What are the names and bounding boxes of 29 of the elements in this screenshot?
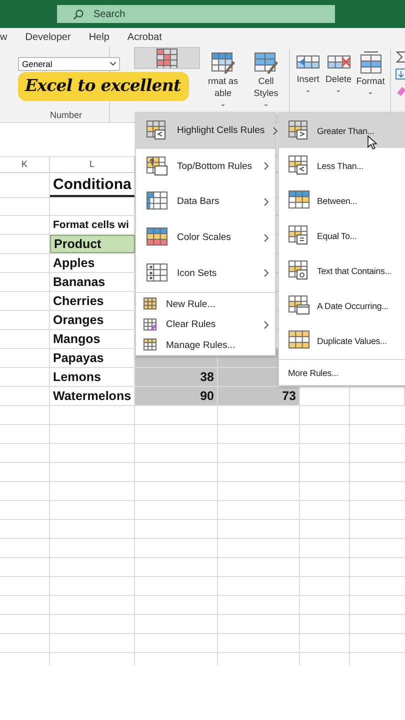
number-format-dropdown[interactable]: General [18, 57, 120, 71]
table-cell: Product [50, 235, 135, 253]
table-cell: 73 [218, 387, 300, 405]
menu-item[interactable]: A Date Occurring... [279, 288, 405, 323]
menu-item[interactable]: Less Than... [279, 148, 405, 183]
ribbon-tab[interactable]: Help [88, 32, 110, 43]
menu-item[interactable]: New Rule... [136, 294, 275, 314]
table-cell: 38 [135, 368, 218, 386]
menu-item[interactable]: More Rules... [279, 361, 405, 385]
ribbon-tab[interactable]: Developer [25, 32, 71, 43]
menu-item[interactable]: Greater Than... [279, 113, 405, 148]
menu-item[interactable]: Color Scales [136, 220, 275, 256]
menu-item[interactable]: Equal To... [279, 218, 405, 253]
column-header[interactable]: K [0, 155, 50, 172]
menu-item[interactable]: Clear Rules [136, 314, 275, 335]
ribbon-tab[interactable]: Acrobat [127, 32, 162, 43]
menu-item[interactable]: Duplicate Values... [279, 323, 405, 358]
group-label: Number [50, 110, 82, 120]
ribbon-tab[interactable]: w [0, 32, 8, 43]
sticker-label: Excel to excellent [25, 76, 181, 95]
menu-item[interactable]: Between... [279, 183, 405, 218]
menu-item[interactable]: Manage Rules... [136, 334, 275, 356]
menu-item[interactable]: Icon Sets [136, 255, 275, 291]
table-cell: 90 [135, 387, 218, 405]
search-field[interactable]: Search [56, 5, 334, 23]
menu-item[interactable]: Data Bars [136, 184, 275, 220]
menu-item[interactable]: Text that Contains... [279, 253, 405, 288]
menu-item[interactable]: Highlight Cells Rules [136, 113, 275, 149]
menu-item[interactable]: Top/Bottom Rules [136, 148, 275, 184]
